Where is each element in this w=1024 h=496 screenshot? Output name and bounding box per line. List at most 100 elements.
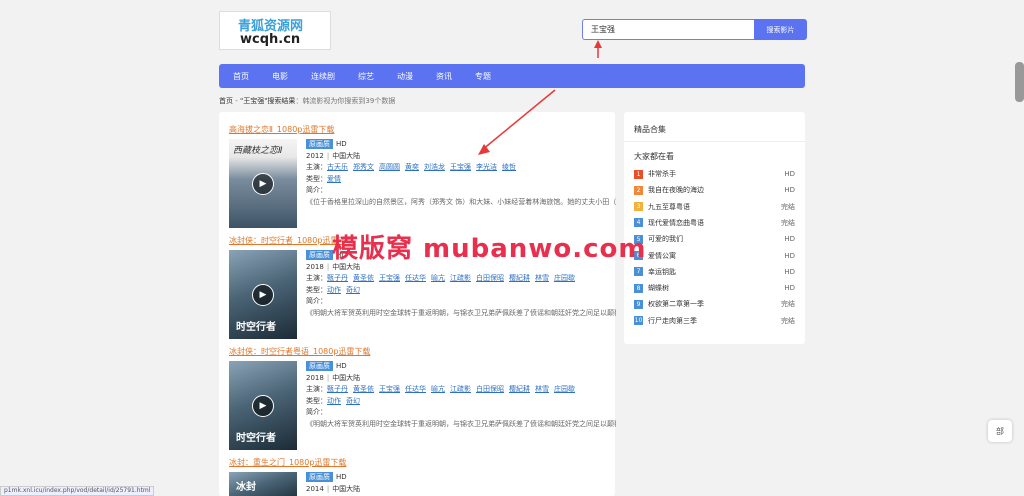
nav-home[interactable]: 首页 xyxy=(233,71,249,82)
cast-link[interactable]: 古天乐 xyxy=(327,163,348,171)
results-panel: 高海拔之恋Ⅱ_1080p迅雷下载 西藏枝之恋Ⅱ ▶ 原画质 HD 2012 | 中国大… xyxy=(219,112,616,496)
cast-link[interactable]: 甄子丹 xyxy=(327,274,348,282)
rank-number: 10 xyxy=(634,316,643,326)
result-title[interactable]: 冰封侠：时空行者粤语_1080p迅雷下载 xyxy=(229,346,370,357)
rank-item[interactable]: 2 我自在夜晚的海边 HD xyxy=(634,184,795,196)
cast-link[interactable]: 喻亢 xyxy=(431,385,445,393)
page: 青狐资源网 wcqh.cn 搜索影片 首页 电影 连续剧 综艺 动漫 资讯 专题… xyxy=(0,0,1024,496)
rank-item[interactable]: 1 非常杀手 HD xyxy=(634,168,795,180)
rank-title[interactable]: 现代爱情恋曲粤语 xyxy=(648,218,781,228)
rank-item[interactable]: 6 爱情公寓 HD xyxy=(634,250,795,262)
rank-quality: 完结 xyxy=(781,300,795,309)
arrow-head-search xyxy=(594,40,602,48)
genre-label: 类型： xyxy=(306,285,327,294)
search-input[interactable] xyxy=(582,19,754,40)
result-poster[interactable]: 时空行者 ▶ xyxy=(229,250,297,339)
rank-number: 9 xyxy=(634,299,643,309)
play-icon[interactable]: ▶ xyxy=(252,284,274,306)
result-title[interactable]: 高海拔之恋Ⅱ_1080p迅雷下载 xyxy=(229,124,334,135)
cast-link[interactable]: 绫哲 xyxy=(502,163,516,171)
sidebar-panel: 精品合集 大家都在看 1 非常杀手 HD 2 我自在夜晚的海边 HD 3 九五至尊粤语 完结 4 现… xyxy=(624,112,805,344)
cast-link[interactable]: 庄园歇 xyxy=(554,385,575,393)
cast-link[interactable]: 樱紀耕 xyxy=(509,385,530,393)
year: 2012 xyxy=(306,151,324,160)
rank-title[interactable]: 权欲第二章第一季 xyxy=(648,299,781,309)
play-icon[interactable]: ▶ xyxy=(252,395,274,417)
genre-label: 类型： xyxy=(306,174,327,183)
rank-title[interactable]: 爱情公寓 xyxy=(648,251,784,261)
rank-item[interactable]: 4 现代爱情恋曲粤语 完结 xyxy=(634,217,795,229)
site-logo[interactable]: 青狐资源网 wcqh.cn xyxy=(219,11,331,50)
rank-number: 2 xyxy=(634,185,643,195)
rank-item[interactable]: 10 行尸走肉第三季 完结 xyxy=(634,315,795,327)
sidebar-title: 精品合集 xyxy=(634,125,666,134)
nav-anime[interactable]: 动漫 xyxy=(397,71,413,82)
cast-link[interactable]: 刘浩龙 xyxy=(424,163,445,171)
cast-link[interactable]: 喻亢 xyxy=(431,274,445,282)
cast-link[interactable]: 王宝强 xyxy=(379,274,400,282)
rank-title[interactable]: 我自在夜晚的海边 xyxy=(648,185,784,195)
cast-link[interactable]: 任达华 xyxy=(405,274,426,282)
result-poster[interactable]: 时空行者 ▶ xyxy=(229,361,297,450)
breadcrumb: 首页 - "王宝强"搜索结果：韩流影视为你搜索到39个数据 xyxy=(219,96,395,106)
breadcrumb-home[interactable]: 首页 xyxy=(219,97,233,105)
genre-link[interactable]: 奇幻 xyxy=(346,286,360,294)
quality-tag: 原画质 xyxy=(306,361,333,371)
play-icon[interactable]: ▶ xyxy=(252,173,274,195)
genre-link[interactable]: 奇幻 xyxy=(346,397,360,405)
cast-link[interactable]: 江疏影 xyxy=(450,274,471,282)
rank-item[interactable]: 9 权欲第二章第一季 完结 xyxy=(634,298,795,310)
rank-title[interactable]: 非常杀手 xyxy=(648,169,784,179)
rank-quality: 完结 xyxy=(781,218,795,227)
result-poster[interactable]: 冰封 xyxy=(229,472,297,496)
poster-title: 时空行者 xyxy=(236,322,276,333)
rank-item[interactable]: 5 可爱的我们 HD xyxy=(634,233,795,245)
cast-link[interactable]: 王宝强 xyxy=(379,385,400,393)
rank-title[interactable]: 行尸走肉第三季 xyxy=(648,316,781,326)
rank-title[interactable]: 幸运钥匙 xyxy=(648,267,784,277)
nav-movies[interactable]: 电影 xyxy=(272,71,288,82)
cast-link[interactable]: 林雪 xyxy=(535,385,549,393)
cast-link[interactable]: 郑秀文 xyxy=(353,163,374,171)
cast-link[interactable]: 白田保昭 xyxy=(476,274,504,282)
cast-link[interactable]: 江疏影 xyxy=(450,385,471,393)
page-scrollbar[interactable] xyxy=(1015,62,1024,102)
quality-tag: 原画质 xyxy=(306,472,333,482)
cast-link[interactable]: 庄园歇 xyxy=(554,274,575,282)
cast-link[interactable]: 林雪 xyxy=(535,274,549,282)
nav-series[interactable]: 连续剧 xyxy=(311,71,335,82)
cast-link[interactable]: 黄圣依 xyxy=(353,274,374,282)
result-poster[interactable]: 西藏枝之恋Ⅱ ▶ xyxy=(229,139,297,228)
result-title[interactable]: 冰封：重生之门_1080p迅雷下载 xyxy=(229,457,346,468)
main-nav: 首页 电影 连续剧 综艺 动漫 资讯 专题 xyxy=(219,64,805,88)
cast-link[interactable]: 甄子丹 xyxy=(327,385,348,393)
rank-item[interactable]: 8 蝴蝶树 HD xyxy=(634,282,795,294)
rank-title[interactable]: 可爱的我们 xyxy=(648,234,784,244)
cast-link[interactable]: 李光洁 xyxy=(476,163,497,171)
nav-topics[interactable]: 专题 xyxy=(475,71,491,82)
genre-link[interactable]: 动作 xyxy=(327,286,341,294)
cast-link[interactable]: 黄奕 xyxy=(405,163,419,171)
intro-label: 简介： xyxy=(306,186,327,194)
rank-title[interactable]: 蝴蝶树 xyxy=(648,283,784,293)
rank-title[interactable]: 九五至尊粤语 xyxy=(648,202,781,212)
cast-link[interactable]: 王宝强 xyxy=(450,163,471,171)
nav-variety[interactable]: 综艺 xyxy=(358,71,374,82)
rank-item[interactable]: 7 幸运钥匙 HD xyxy=(634,266,795,278)
cast-link[interactable]: 白田保昭 xyxy=(476,385,504,393)
cast-link[interactable]: 高圆圆 xyxy=(379,163,400,171)
genre-link[interactable]: 爱情 xyxy=(327,175,341,183)
cast-link[interactable]: 樱紀耕 xyxy=(509,274,530,282)
rank-item[interactable]: 3 九五至尊粤语 完结 xyxy=(634,201,795,213)
breadcrumb-sep: - xyxy=(233,97,240,105)
rank-quality: HD xyxy=(784,170,795,178)
cast-link[interactable]: 黄圣依 xyxy=(353,385,374,393)
breadcrumb-query: "王宝强"搜索结果 xyxy=(239,97,296,105)
genre-link[interactable]: 动作 xyxy=(327,397,341,405)
search-button[interactable]: 搜索影片 xyxy=(754,19,807,40)
cast-link[interactable]: 任达华 xyxy=(405,385,426,393)
quality-text: HD xyxy=(336,362,347,370)
nav-news[interactable]: 资讯 xyxy=(436,71,452,82)
rank-quality: 完结 xyxy=(781,316,795,325)
float-button[interactable]: 部 xyxy=(988,420,1012,442)
